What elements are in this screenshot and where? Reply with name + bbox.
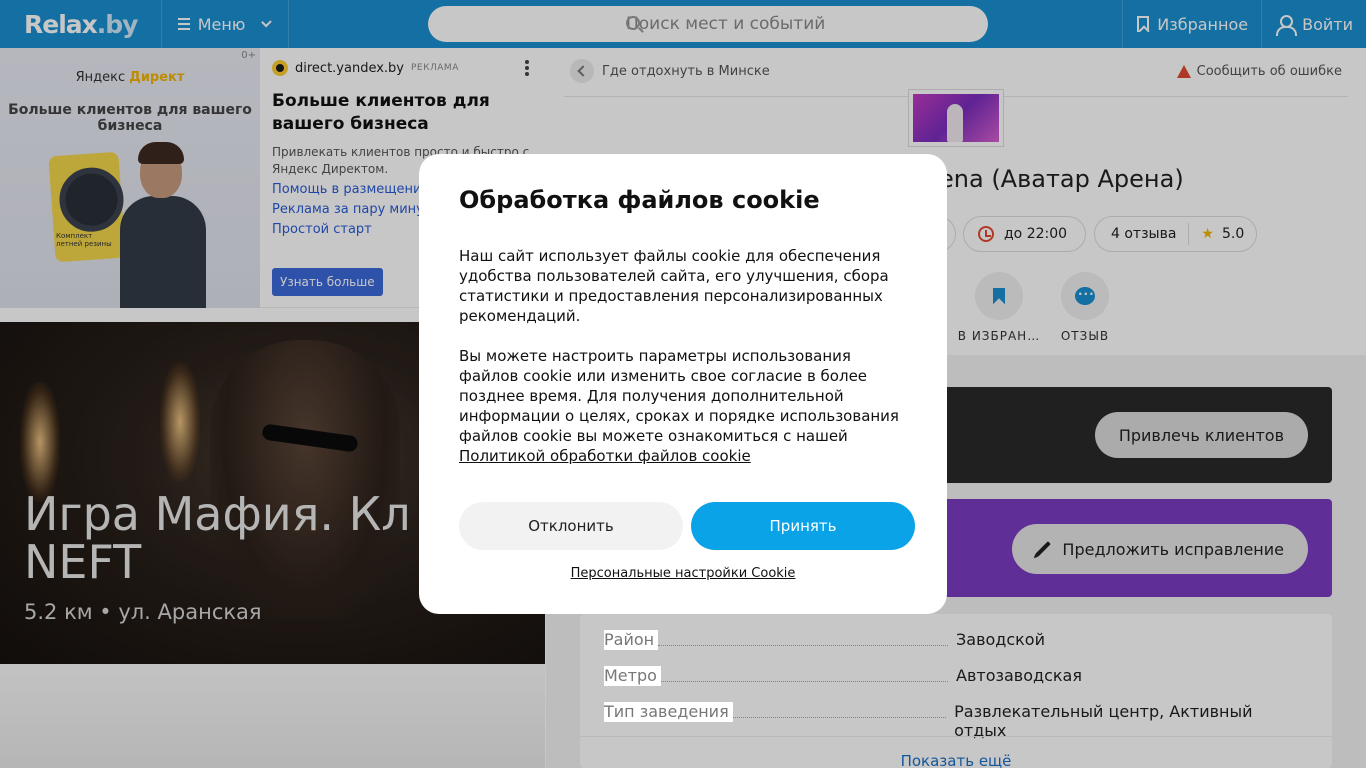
cookie-settings-link[interactable]: Персональные настройки Cookie xyxy=(419,566,947,581)
info-key-text: Метро xyxy=(604,666,661,686)
cookie-paragraph-1: Наш сайт использует файлы cookie для обе… xyxy=(459,247,889,325)
cookie-dialog: Обработка файлов cookie Наш сайт использ… xyxy=(419,154,947,614)
cookie-buttons: Отклонить Принять xyxy=(459,502,915,550)
cookie-policy-link[interactable]: Политикой обработки файлов cookie xyxy=(459,447,751,465)
info-key-text: Тип заведения xyxy=(604,702,733,722)
info-key-text: Район xyxy=(604,630,659,650)
cookie-paragraph-2-text: Вы можете настроить параметры использова… xyxy=(459,347,899,445)
cookie-paragraph-2: Вы можете настроить параметры использова… xyxy=(459,346,907,466)
cookie-title: Обработка файлов cookie xyxy=(459,186,820,214)
decline-button[interactable]: Отклонить xyxy=(459,502,683,550)
accept-button[interactable]: Принять xyxy=(691,502,915,550)
